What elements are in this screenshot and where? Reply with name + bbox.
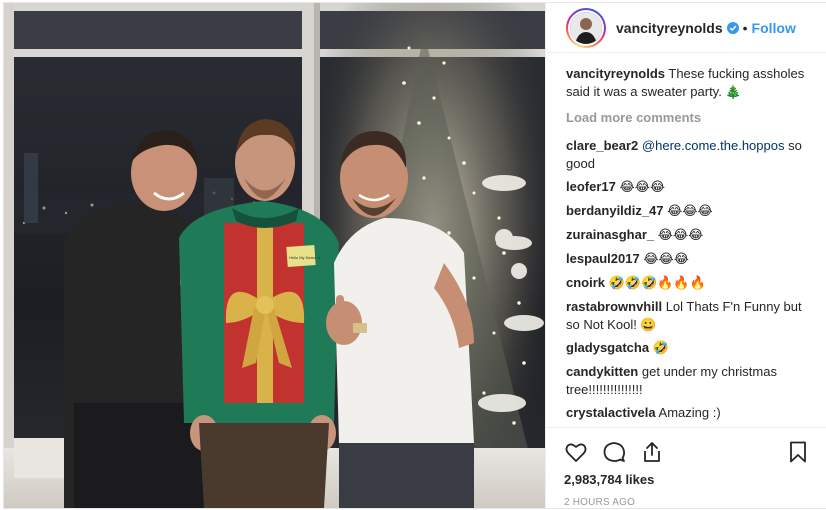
comment-username[interactable]: clare_bear2	[566, 138, 638, 153]
comment-username[interactable]: crystalactivela	[566, 405, 656, 420]
username[interactable]: vancityreynolds	[616, 20, 723, 36]
comment-text: 🤣🤣🤣🔥🔥🔥	[608, 276, 706, 291]
post-photo[interactable]: Hello My Name Is	[4, 3, 545, 508]
comment-mention[interactable]: @here.come.the.hoppos	[642, 138, 785, 153]
bookmark-icon[interactable]	[786, 440, 810, 464]
comment-text: 😂😂😂	[657, 228, 704, 243]
separator-dot: •	[742, 19, 748, 36]
comment-item: candykitten get under my christmas tree!…	[566, 363, 810, 399]
action-icons	[564, 438, 810, 466]
instagram-post: Hello My Name Is vancityreynolds • Follo…	[3, 2, 826, 509]
comment-username[interactable]: cnoirk	[566, 275, 605, 290]
share-icon[interactable]	[640, 440, 664, 464]
comment-text: 😂😂😂	[667, 204, 713, 219]
comment-item: leofer17 😂😂😂	[566, 178, 810, 197]
comment-item: crystalactivela Amazing :)	[566, 404, 810, 422]
heart-icon[interactable]	[564, 440, 588, 464]
avatar-image	[570, 11, 602, 44]
comment-username[interactable]: lespaul2017	[566, 251, 640, 266]
comment-username[interactable]: leofer17	[566, 179, 616, 194]
photo-illustration: Hello My Name Is	[4, 3, 545, 508]
comment-username[interactable]: rastabrownvhill	[566, 299, 662, 314]
comment-item: lespaul2017 😂😂😂	[566, 250, 810, 269]
post-header: vancityreynolds • Follow	[546, 3, 826, 53]
comment-username[interactable]: candykitten	[566, 364, 638, 379]
comment-text: 🤣	[652, 341, 669, 356]
avatar[interactable]	[566, 7, 606, 48]
follow-button[interactable]: Follow	[752, 20, 796, 36]
sweater-tag: Hello My Name Is	[289, 255, 321, 260]
load-more-comments-button[interactable]: Load more comments	[566, 109, 810, 127]
post-timestamp[interactable]: 2 HOURS AGO	[564, 497, 810, 508]
post-actions: 2,983,784 likes 2 HOURS AGO	[546, 427, 826, 508]
comment-item: zurainasghar_ 😂😂😂	[566, 226, 810, 245]
comment-item: rastabrownvhill Lol Thats F'n Funny but …	[566, 298, 810, 334]
caption-username[interactable]: vancityreynolds	[566, 66, 665, 81]
caption: vancityreynolds These fucking assholes s…	[566, 65, 810, 101]
comment-item: gladysgatcha 🤣	[566, 339, 810, 358]
comment-item: clare_bear2 @here.come.the.hoppos so goo…	[566, 137, 810, 173]
comment-icon[interactable]	[602, 440, 626, 464]
comments-list: vancityreynolds These fucking assholes s…	[546, 53, 826, 427]
comment-username[interactable]: zurainasghar_	[566, 227, 654, 242]
comment-text: Amazing :)	[658, 405, 721, 420]
likes-count[interactable]: 2,983,784 likes	[564, 472, 810, 487]
post-side-panel: vancityreynolds • Follow vancityreynolds…	[545, 3, 826, 508]
comment-item: berdanyildiz_47 😂😂😂	[566, 202, 810, 221]
comment-item: cnoirk 🤣🤣🤣🔥🔥🔥	[566, 274, 810, 293]
comment-text: 😂😂😂	[643, 252, 689, 267]
comment-text: 😂😂😂	[619, 180, 666, 195]
comment-username[interactable]: berdanyildiz_47	[566, 203, 664, 218]
comment-username[interactable]: gladysgatcha	[566, 340, 649, 355]
verified-badge-icon	[726, 21, 739, 34]
